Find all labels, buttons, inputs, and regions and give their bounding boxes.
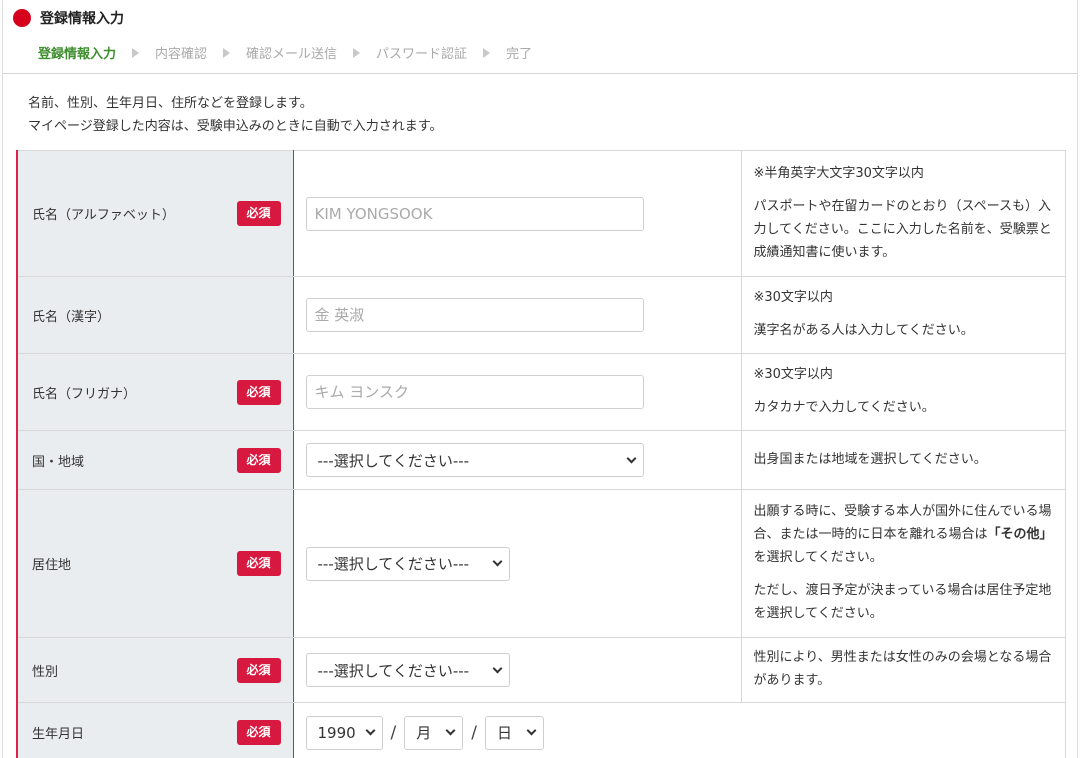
country-select-value: ---選択してください--- xyxy=(317,451,470,470)
note-cell: ※半角英字大文字30文字以内 パスポートや在留カードのとおり（スペースも）入力し… xyxy=(740,150,1066,277)
row-residence: 居住地 必須 ---選択してください--- 出願する時に、受験する本人が国外に住… xyxy=(16,489,1066,638)
note-name-alphabet-1: ※半角英字大文字30文字以内 xyxy=(753,165,924,181)
row-name-alphabet: 氏名（アルファベット） 必須 ※半角英字大文字30文字以内 パスポートや在留カー… xyxy=(16,150,1066,277)
chevron-down-icon xyxy=(626,453,636,463)
input-cell xyxy=(292,276,742,354)
note-cell: 性別により、男性または女性のみの会場となる場合があります。 xyxy=(740,637,1066,703)
intro-text: 名前、性別、生年月日、住所などを登録します。 マイページ登録した内容は、受験申込… xyxy=(28,92,442,138)
birth-day-select[interactable]: 日 xyxy=(484,715,544,750)
intro-line-1: 名前、性別、生年月日、住所などを登録します。 xyxy=(28,96,313,111)
field-label-name-kanji: 氏名（漢字） xyxy=(32,309,111,325)
red-dot-icon xyxy=(13,9,31,27)
birthdate-selects: 1990 / 月 / 日 xyxy=(305,715,1054,750)
chevron-down-icon xyxy=(492,663,502,673)
note-name-kanji-2: 漢字名がある人は入力してください。 xyxy=(753,323,974,338)
label-cell: 居住地 必須 xyxy=(16,489,294,638)
step-registration-input: 登録情報入力 xyxy=(38,47,117,62)
date-separator: / xyxy=(471,722,477,743)
label-cell: 性別 必須 xyxy=(16,637,294,703)
row-gender: 性別 必須 ---選択してください--- 性別により、男性または女性のみの会場と… xyxy=(16,637,1066,703)
note-country-1: 出身国または地域を選択してください。 xyxy=(753,451,987,467)
chevron-down-icon xyxy=(445,725,456,736)
chevron-down-icon xyxy=(365,725,375,736)
input-cell: ---選択してください--- xyxy=(292,489,742,638)
step-arrow-icon xyxy=(353,47,361,58)
chevron-down-icon xyxy=(526,725,537,736)
note-name-alphabet-2: パスポートや在留カードのとおり（スペースも）入力してください。ここに入力した名前… xyxy=(753,198,1052,260)
required-badge: 必須 xyxy=(236,447,281,473)
note-residence-1c: を選択してください。 xyxy=(753,550,883,565)
note-residence-other-emphasis: 「その他」 xyxy=(987,527,1053,542)
date-separator: / xyxy=(390,722,397,743)
row-country: 国・地域 必須 ---選択してください--- 出身国または地域を選択してください… xyxy=(16,430,1066,490)
name-kanji-input[interactable] xyxy=(305,298,644,332)
note-cell: 出身国または地域を選択してください。 xyxy=(740,430,1066,490)
note-cell: ※30文字以内 漢字名がある人は入力してください。 xyxy=(740,276,1066,354)
title-row: 登録情報入力 xyxy=(13,8,124,28)
note-cell: ※30文字以内 カタカナで入力してください。 xyxy=(740,353,1066,431)
birth-year-select[interactable]: 1990 xyxy=(305,715,383,750)
input-cell: ---選択してください--- xyxy=(292,430,742,490)
country-select[interactable]: ---選択してください--- xyxy=(305,443,644,477)
step-password-auth: パスワード認証 xyxy=(376,47,468,62)
label-cell: 氏名（アルファベット） 必須 xyxy=(16,150,294,277)
label-cell: 国・地域 必須 xyxy=(16,430,294,490)
note-residence-2: ただし、渡日予定が決まっている場合は居住予定地を選択してください。 xyxy=(753,583,1052,621)
required-badge: 必須 xyxy=(236,201,281,226)
note-name-kana-1: ※30文字以内 xyxy=(753,367,833,382)
input-cell: ---選択してください--- xyxy=(292,637,742,703)
note-gender-1: 性別により、男性または女性のみの会場となる場合があります。 xyxy=(753,650,1052,688)
step-arrow-icon xyxy=(132,47,140,58)
residence-select-value: ---選択してください--- xyxy=(317,555,470,573)
field-label-birthdate: 生年月日 xyxy=(32,727,85,742)
field-label-country: 国・地域 xyxy=(32,454,85,470)
step-arrow-icon xyxy=(483,47,491,58)
page-header: 登録情報入力 登録情報入力 内容確認 確認メール送信 パスワード認証 完了 xyxy=(3,0,1077,74)
label-cell: 生年月日 必須 xyxy=(16,702,294,758)
field-label-residence: 居住地 xyxy=(32,558,72,573)
label-cell: 氏名（漢字） xyxy=(16,276,294,354)
progress-steps: 登録情報入力 内容確認 確認メール送信 パスワード認証 完了 xyxy=(38,43,532,62)
step-complete: 完了 xyxy=(506,47,533,62)
name-kana-input[interactable] xyxy=(305,375,644,409)
field-label-gender: 性別 xyxy=(32,664,59,680)
step-arrow-icon xyxy=(223,47,231,58)
required-badge: 必須 xyxy=(236,379,281,405)
required-badge: 必須 xyxy=(236,657,281,683)
residence-select[interactable]: ---選択してください--- xyxy=(305,546,510,581)
row-birthdate: 生年月日 必須 1990 / 月 / 日 xyxy=(16,702,1066,758)
note-name-kanji-1: ※30文字以内 xyxy=(753,290,833,305)
birth-year-value: 1990 xyxy=(317,723,356,742)
note-residence-1: 出願する時に、受験する本人が国外に住んでいる場合、または一時的に日本を離れる場合… xyxy=(754,500,1054,569)
birth-month-value: 月 xyxy=(416,724,432,742)
input-cell: 1990 / 月 / 日 xyxy=(292,702,1066,758)
gender-select[interactable]: ---選択してください--- xyxy=(305,653,510,687)
gender-select-value: ---選択してください--- xyxy=(317,661,470,680)
birth-month-select[interactable]: 月 xyxy=(404,715,464,750)
input-cell xyxy=(292,150,742,277)
label-cell: 氏名（フリガナ） 必須 xyxy=(16,353,294,431)
step-send-confirmation-email: 確認メール送信 xyxy=(246,47,338,62)
row-name-kanji: 氏名（漢字） ※30文字以内 漢字名がある人は入力してください。 xyxy=(16,276,1066,354)
required-badge: 必須 xyxy=(236,551,281,576)
name-alphabet-input[interactable] xyxy=(305,196,644,231)
note-name-kana-2: カタカナで入力してください。 xyxy=(753,400,935,415)
row-name-kana: 氏名（フリガナ） 必須 ※30文字以内 カタカナで入力してください。 xyxy=(16,353,1066,431)
note-cell: 出願する時に、受験する本人が国外に住んでいる場合、または一時的に日本を離れる場合… xyxy=(740,489,1066,638)
field-label-name-alphabet: 氏名（アルファベット） xyxy=(32,208,175,223)
birth-day-value: 日 xyxy=(496,724,512,742)
page-title: 登録情報入力 xyxy=(40,11,124,27)
field-label-name-kana: 氏名（フリガナ） xyxy=(32,386,137,402)
input-cell xyxy=(292,353,742,431)
registration-form: 氏名（アルファベット） 必須 ※半角英字大文字30文字以内 パスポートや在留カー… xyxy=(16,150,1066,758)
required-badge: 必須 xyxy=(236,720,281,745)
intro-line-2: マイページ登録した内容は、受験申込みのときに自動で入力されます。 xyxy=(28,119,443,134)
step-confirm-content: 内容確認 xyxy=(155,47,208,62)
chevron-down-icon xyxy=(492,556,502,567)
